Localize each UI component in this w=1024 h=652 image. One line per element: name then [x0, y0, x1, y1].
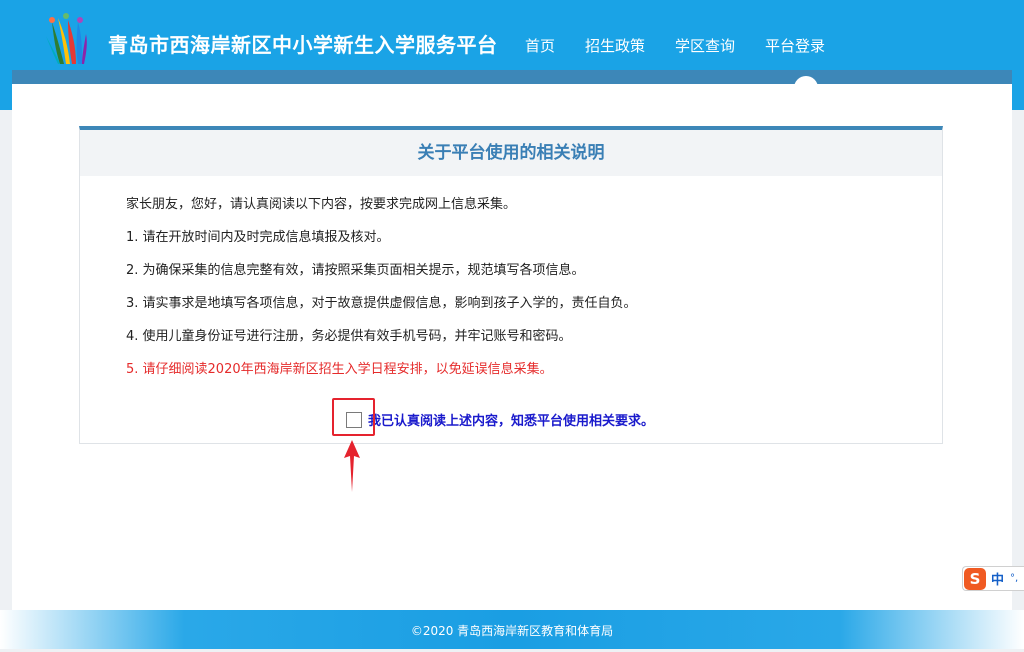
nav-home[interactable]: 首页 [510, 34, 570, 58]
notice-body: 家长朋友，您好，请认真阅读以下内容，按要求完成网上信息采集。 1. 请在开放时间… [80, 176, 942, 386]
site-footer: ©2020 青岛西海岸新区教育和体育局 [0, 610, 1024, 649]
sogou-ime-icon: S [964, 567, 986, 590]
agree-row: 我已认真阅读上述内容，知悉平台使用相关要求。 [346, 410, 654, 429]
notice-item-2: 2. 为确保采集的信息完整有效，请按照采集页面相关提示，规范填写各项信息。 [126, 263, 585, 278]
nav-enrollment-policy[interactable]: 招生政策 [570, 34, 660, 58]
header-strip [12, 70, 1012, 84]
nav-platform-login[interactable]: 平台登录 [750, 34, 840, 58]
red-arrow-up-icon [344, 440, 360, 492]
notice-panel: 关于平台使用的相关说明 家长朋友，您好，请认真阅读以下内容，按要求完成网上信息采… [79, 126, 943, 444]
notice-item-5-warning: 5. 请仔细阅读2020年西海岸新区招生入学日程安排，以免延误信息采集。 [126, 362, 553, 377]
site-title: 青岛市西海岸新区中小学新生入学服务平台 [108, 33, 498, 57]
notice-title: 关于平台使用的相关说明 [80, 130, 942, 176]
notice-item-4: 4. 使用儿童身份证号进行注册，务必提供有效手机号码，并牢记账号和密码。 [126, 329, 572, 344]
site-logo-icon [46, 13, 87, 64]
nav-school-district-lookup[interactable]: 学区查询 [660, 34, 750, 58]
ime-toolbar[interactable]: S 中 °, [962, 566, 1024, 591]
main-nav: 首页 招生政策 学区查询 平台登录 [510, 34, 840, 58]
notice-item-1: 1. 请在开放时间内及时完成信息填报及核对。 [126, 230, 390, 245]
agree-label[interactable]: 我已认真阅读上述内容，知悉平台使用相关要求。 [368, 410, 654, 429]
footer-copyright: ©2020 青岛西海岸新区教育和体育局 [410, 624, 614, 638]
ime-mode-indicator[interactable]: 中 [991, 569, 1004, 588]
ime-punctuation-indicator[interactable]: °, [1010, 573, 1018, 584]
notice-greeting: 家长朋友，您好，请认真阅读以下内容，按要求完成网上信息采集。 [126, 197, 517, 212]
notice-item-3: 3. 请实事求是地填写各项信息，对于故意提供虚假信息，影响到孩子入学的，责任自负… [126, 296, 637, 311]
checkbox-highlight-box [332, 398, 375, 436]
